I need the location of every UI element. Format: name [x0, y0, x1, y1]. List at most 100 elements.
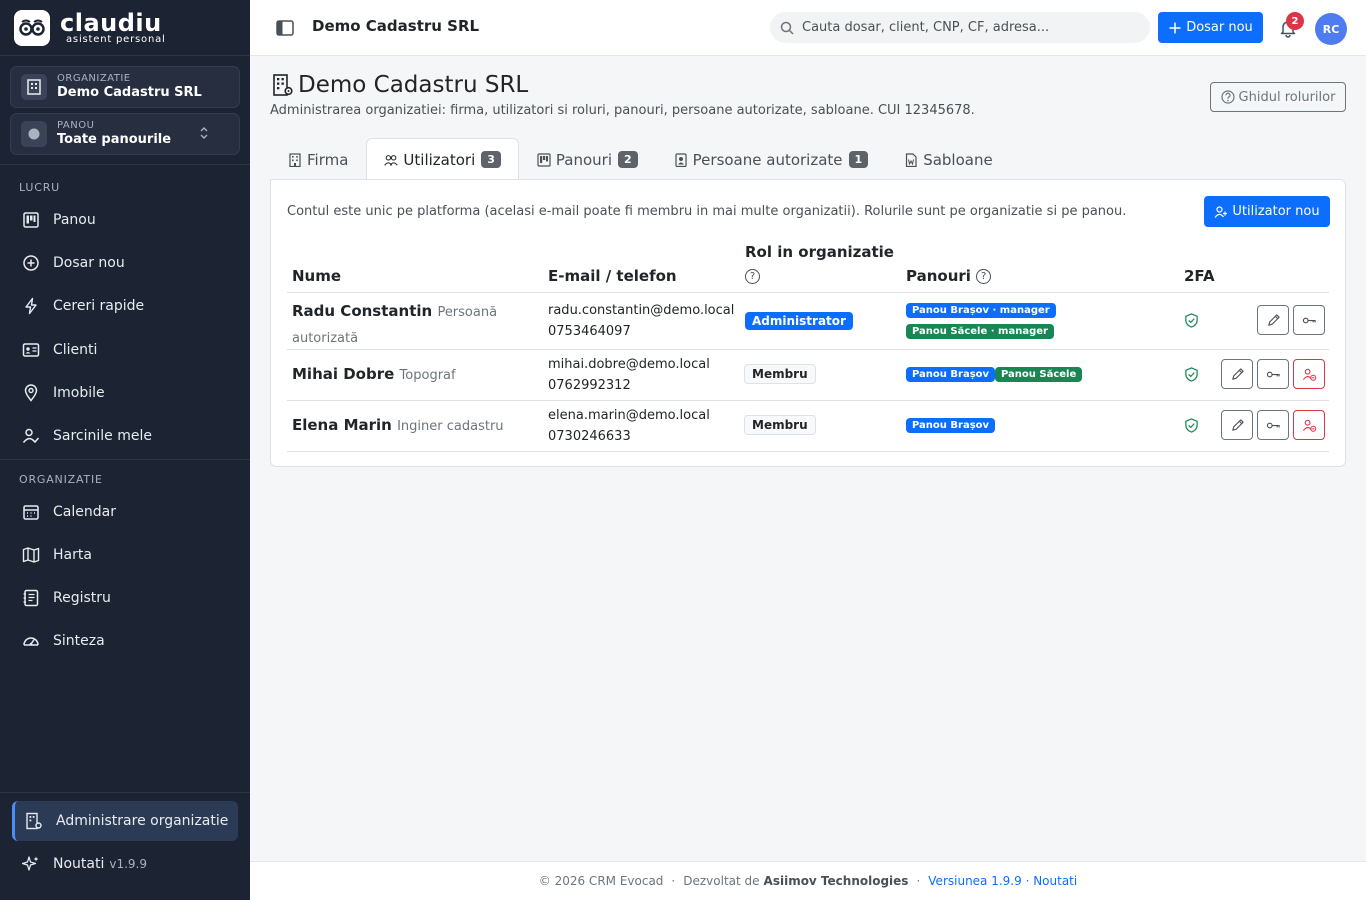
tab-persoane-autorizate[interactable]: Persoane autorizate 1 [656, 138, 887, 180]
search-icon [780, 21, 794, 35]
sidebar-item-administrare-organizatie[interactable]: Administrare organizatie [12, 801, 238, 841]
tab-utilizatori[interactable]: Utilizatori 3 [366, 138, 519, 180]
circle-icon [21, 121, 47, 147]
page-subtitle: Administrarea organizatiei: firma, utili… [270, 103, 975, 118]
sidebar-item-panou[interactable]: Panou [12, 200, 238, 240]
map-icon [22, 547, 40, 563]
tab-label: Utilizatori [403, 150, 476, 169]
calendar-icon [23, 505, 39, 520]
table-divider [287, 451, 1329, 452]
divider [0, 164, 250, 165]
role-help-icon[interactable]: ? [745, 267, 760, 285]
user-contact: radu.constantin@demo.local 0753464097 [548, 300, 734, 342]
kanban-icon [23, 212, 39, 228]
person-remove-icon [1302, 368, 1316, 381]
panel-badge: Panou Săcele · manager [906, 324, 1054, 339]
avatar[interactable]: RC [1315, 13, 1347, 45]
footer-copyright: © 2026 CRM Evocad [538, 874, 664, 888]
sidebar-item-dosar-nou[interactable]: Dosar nou [12, 243, 238, 283]
sidebar-item-sarcinile-mele[interactable]: Sarcinile mele [12, 416, 238, 456]
footer-version-link[interactable]: Versiunea 1.9.9 · Noutati [928, 874, 1077, 888]
user-phone: 0730246633 [548, 429, 631, 444]
sidebar-item-clienti[interactable]: Clienti [12, 330, 238, 370]
sidebar-item-sinteza[interactable]: Sinteza [12, 621, 238, 661]
person-add-icon [1214, 205, 1228, 218]
edit-user-button[interactable] [1221, 359, 1253, 389]
column-header-role: Rol in organizatie [745, 243, 894, 261]
user-phone: 0753464097 [548, 324, 631, 339]
sidebar-toggle-icon[interactable] [276, 19, 294, 37]
panel-badge: Panou Brașov [906, 367, 996, 382]
roles-guide-button[interactable]: Ghidul rolurilor [1210, 82, 1346, 112]
person-remove-icon [1302, 419, 1316, 432]
sidebar-item-imobile[interactable]: Imobile [12, 373, 238, 413]
table-divider [287, 349, 1329, 350]
footer-dev-name: Asiimov Technologies [763, 874, 909, 888]
reset-password-button[interactable] [1257, 410, 1289, 440]
tab-firma[interactable]: Firma [270, 138, 366, 180]
tab-panouri[interactable]: Panouri 2 [519, 138, 656, 180]
sidebar-item-label: Imobile [53, 385, 105, 401]
notification-count-badge: 2 [1286, 12, 1304, 30]
user-email: mihai.dobre@demo.local [548, 357, 710, 372]
sidebar-item-registru[interactable]: Registru [12, 578, 238, 618]
sidebar-item-label: Dosar nou [53, 255, 125, 271]
column-header-panels-label: Panouri [906, 267, 971, 285]
user-contact: mihai.dobre@demo.local 0762992312 [548, 354, 710, 396]
organization-selector[interactable]: ORGANIZATIE Demo Cadastru SRL [10, 66, 240, 108]
sidebar-item-label: Cereri rapide [53, 298, 145, 314]
panel-selector[interactable]: PANOU Toate panourile [10, 113, 240, 155]
footer-separator: · [916, 874, 921, 888]
column-header-2fa: 2FA [1184, 267, 1215, 285]
tab-sabloane[interactable]: Sabloane [886, 138, 1011, 180]
sidebar-item-noutati[interactable]: Noutati v1.9.9 [12, 844, 238, 884]
brand-logo[interactable]: claudiu asistent personal [0, 0, 250, 56]
journal-icon [23, 589, 39, 607]
pencil-icon [1231, 367, 1244, 380]
key-icon [1302, 317, 1316, 323]
user-name-cell: Elena Marin Inginer cadastru [292, 416, 504, 434]
edit-user-button[interactable] [1257, 305, 1289, 335]
column-header-contact: E-mail / telefon [548, 267, 677, 285]
user-name-cell: Radu Constantin Persoană autorizată [292, 299, 532, 351]
search-box[interactable] [770, 12, 1150, 43]
divider [0, 459, 250, 460]
new-user-button[interactable]: Utilizator nou [1204, 196, 1330, 227]
remove-user-button[interactable] [1293, 410, 1325, 440]
reset-password-button[interactable] [1257, 359, 1289, 389]
sidebar-item-label: Sinteza [53, 633, 105, 649]
remove-user-button[interactable] [1293, 359, 1325, 389]
kanban-icon [537, 152, 551, 167]
sidebar-item-label: Harta [53, 547, 92, 563]
search-input[interactable] [802, 20, 1132, 35]
column-header-panels: Panouri ? [906, 267, 992, 285]
sidebar-item-label: Administrare organizatie [56, 813, 229, 829]
user-name: Elena Marin [292, 416, 392, 434]
people-icon [384, 154, 399, 166]
users-info-text: Contul este unic pe platforma (acelasi e… [287, 204, 1127, 219]
edit-user-button[interactable] [1221, 410, 1253, 440]
new-case-label: Dosar nou [1186, 20, 1253, 35]
question-circle-icon [1220, 90, 1235, 104]
role-badge: Membru [744, 364, 816, 384]
user-title: Inginer cadastru [397, 419, 504, 434]
app-version: v1.9.9 [109, 857, 147, 871]
brand-tagline: asistent personal [66, 33, 166, 45]
user-name-cell: Mihai Dobre Topograf [292, 365, 456, 383]
reset-password-button[interactable] [1293, 305, 1325, 335]
key-icon [1266, 371, 1280, 377]
panels-help-icon[interactable]: ? [976, 269, 992, 284]
word-file-icon [906, 152, 917, 167]
tab-label: Persoane autorizate [692, 150, 843, 169]
sidebar-item-calendar[interactable]: Calendar [12, 492, 238, 532]
sidebar-item-cereri-rapide[interactable]: Cereri rapide [12, 286, 238, 326]
sidebar-item-label: Panou [53, 212, 96, 228]
sidebar-item-label: Calendar [53, 504, 116, 520]
shield-check-icon [1185, 367, 1198, 382]
tab-count-badge: 1 [848, 151, 869, 168]
new-case-button[interactable]: Dosar nou [1158, 12, 1263, 43]
sidebar-item-harta[interactable]: Harta [12, 535, 238, 575]
divider [0, 792, 250, 793]
user-name: Radu Constantin [292, 302, 433, 320]
users-panel: Contul este unic pe platforma (acelasi e… [270, 179, 1346, 467]
